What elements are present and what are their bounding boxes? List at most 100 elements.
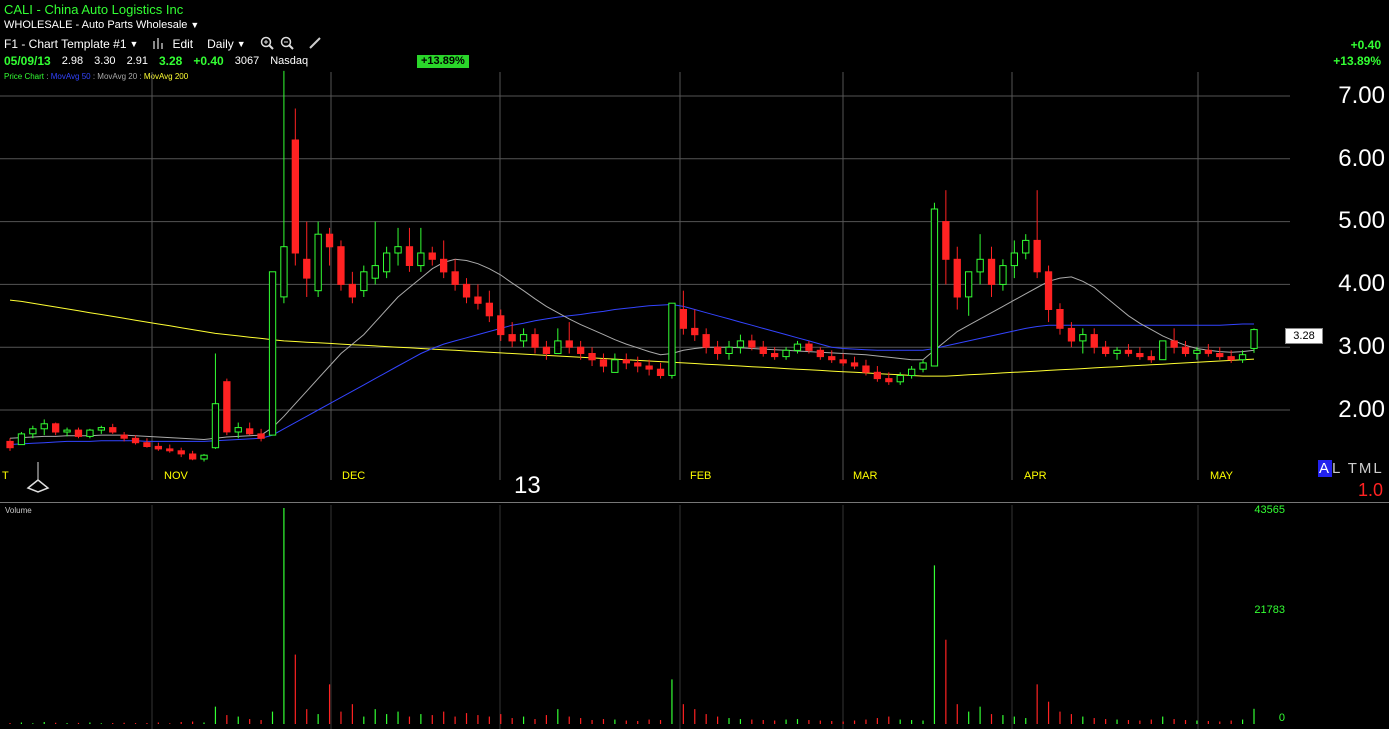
candle-body (793, 343, 802, 351)
candle (1067, 322, 1076, 348)
x-tick-label: MAY (1210, 470, 1234, 482)
candle-body (554, 340, 562, 354)
candle-body (862, 365, 870, 373)
candle-body (120, 434, 128, 439)
y-tick-label: 6.00 (1338, 145, 1385, 172)
candle (74, 427, 83, 439)
candle-body (805, 343, 813, 351)
candle (668, 302, 676, 379)
candle (120, 431, 128, 442)
candle-body (383, 252, 391, 273)
candle (839, 353, 847, 367)
candle-body (314, 233, 322, 292)
candle-body (519, 334, 528, 342)
candle-body (497, 315, 505, 336)
candle-body (1079, 334, 1087, 342)
candle (759, 340, 767, 357)
candle-body (1022, 239, 1030, 254)
candle (987, 246, 996, 297)
candle-body (942, 221, 950, 260)
candle-body (1147, 356, 1155, 361)
candle-body (1010, 252, 1019, 267)
candle-body (6, 440, 14, 449)
candle (1181, 340, 1190, 357)
candle-body (348, 283, 357, 298)
candle (166, 444, 174, 453)
event-marker-icon[interactable] (26, 462, 50, 493)
candle-body (303, 258, 311, 279)
candle (1113, 347, 1121, 360)
volume-label: Volume (5, 506, 32, 515)
candle-body (223, 381, 231, 433)
candle (816, 347, 825, 360)
candle (405, 227, 414, 272)
candle-body (325, 233, 334, 248)
volume-tick-label: 0 (1278, 712, 1285, 724)
ma20-line (9, 258, 1255, 441)
candle-body (645, 365, 653, 370)
candle (702, 328, 710, 354)
candle-body (17, 433, 26, 446)
candle-body (885, 378, 893, 383)
candle (828, 350, 836, 363)
candle-body (850, 362, 859, 367)
candle (257, 428, 265, 442)
candle-body (656, 368, 665, 377)
candle-body (531, 334, 539, 348)
candle-body (109, 427, 117, 433)
candle (485, 290, 494, 323)
candle (1147, 350, 1155, 363)
candle-body (1090, 334, 1098, 348)
ma50-line (9, 303, 1254, 445)
candle (1090, 328, 1098, 354)
candle-body (211, 403, 220, 449)
candle (1102, 340, 1110, 357)
candle-body (1238, 354, 1247, 361)
candle (599, 353, 608, 373)
candle-body (257, 433, 265, 439)
panel-divider[interactable] (0, 502, 1389, 503)
candle (17, 431, 26, 446)
candle (474, 284, 482, 310)
candle (519, 328, 528, 348)
candle-body (440, 258, 448, 273)
candle (542, 340, 551, 360)
candle-body (29, 428, 37, 435)
candle (976, 234, 984, 285)
year-label: 13 (514, 472, 541, 499)
candle (29, 425, 37, 439)
candle-body (965, 271, 973, 298)
volume-tick-label: 21783 (1254, 604, 1285, 616)
candle (656, 362, 665, 379)
candle (189, 450, 197, 461)
candle-body (588, 353, 596, 361)
candle (428, 246, 436, 266)
candle-body (679, 309, 688, 329)
candle (1204, 344, 1212, 357)
candle (953, 246, 961, 310)
candle-body (40, 423, 48, 430)
candle (131, 435, 140, 445)
candle-body (131, 437, 140, 444)
candle (360, 265, 368, 297)
candle-body (565, 340, 573, 348)
ratio-value: 1.0 (1358, 480, 1384, 500)
candle-body (337, 246, 345, 285)
candle-body (725, 346, 733, 355)
candle-body (930, 208, 939, 367)
candle-body (736, 340, 745, 348)
candle-body (86, 429, 94, 437)
candle-body (714, 346, 722, 355)
candle-body (291, 139, 300, 254)
candle-body (462, 283, 471, 298)
candle (999, 259, 1007, 291)
altml-indicator[interactable]: AL TML (1318, 460, 1384, 477)
candle-body (451, 271, 459, 285)
altml-rest: L TML (1332, 460, 1384, 477)
candle (348, 271, 357, 304)
price-volume-chart[interactable] (0, 0, 1389, 729)
candle (417, 227, 425, 272)
candle (565, 322, 573, 354)
candle-body (1250, 329, 1258, 349)
candle (86, 428, 94, 439)
